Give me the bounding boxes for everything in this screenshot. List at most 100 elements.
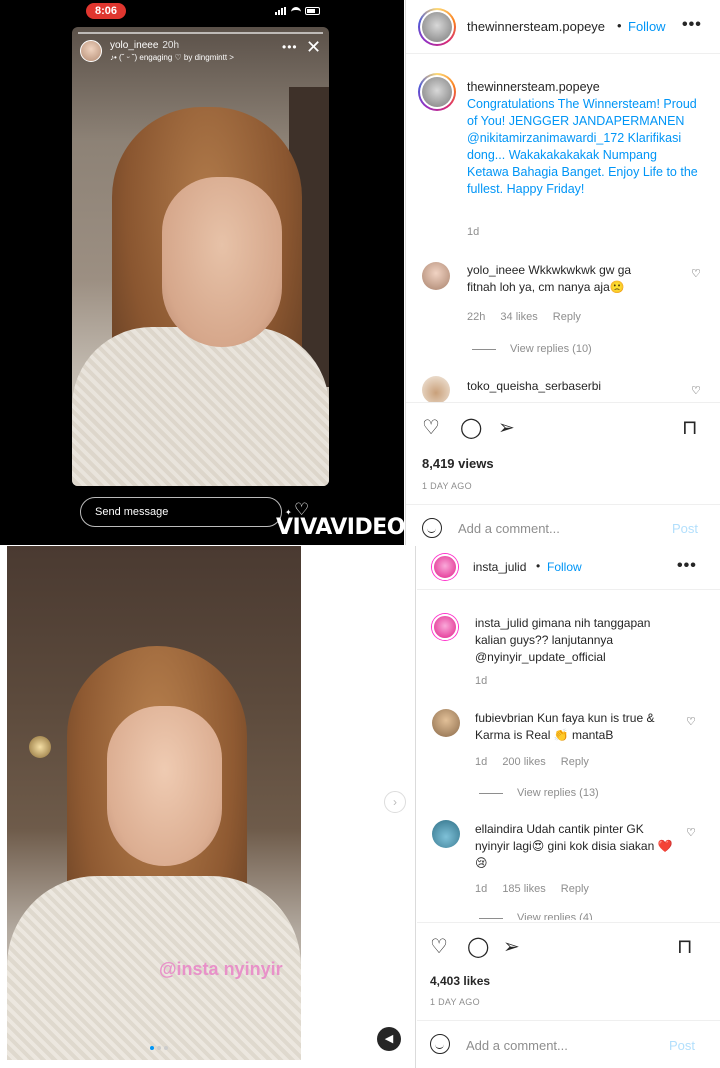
- header-username[interactable]: insta_julid: [473, 560, 526, 574]
- follow-button[interactable]: Follow: [547, 560, 582, 574]
- emoji-icon[interactable]: [422, 518, 442, 538]
- comment-meta: 1d 200 likes Reply: [475, 756, 601, 768]
- view-replies[interactable]: View replies (13): [479, 787, 599, 799]
- comment-icon[interactable]: ◯: [467, 934, 489, 959]
- comment-username[interactable]: ellaindira: [475, 822, 523, 836]
- more-options-icon[interactable]: •••: [677, 557, 697, 575]
- follow-button[interactable]: Follow: [628, 19, 666, 34]
- comment-username[interactable]: fubievbrian: [475, 711, 534, 725]
- comment-username[interactable]: toko_queisha_serbaserbi: [467, 378, 601, 395]
- comment-time: 1d: [475, 883, 488, 895]
- comment-like-icon[interactable]: ♡: [686, 715, 696, 728]
- heart-icon[interactable]: ♡: [430, 934, 448, 959]
- comment-avatar[interactable]: [422, 262, 450, 290]
- dot-separator: •: [536, 559, 541, 573]
- view-replies[interactable]: View replies (10): [472, 343, 592, 355]
- sound-icon[interactable]: ◀: [377, 1027, 401, 1051]
- add-comment-input[interactable]: Add a comment...: [466, 1038, 568, 1053]
- comment-avatar[interactable]: [432, 709, 460, 737]
- header-username[interactable]: thewinnersteam.popeye: [467, 19, 617, 34]
- post-header: insta_julid • Follow •••: [417, 546, 720, 590]
- more-options-icon[interactable]: •••: [682, 16, 702, 34]
- send-message-input[interactable]: Send message: [80, 497, 282, 527]
- comment-avatar[interactable]: [432, 820, 460, 848]
- story-time: 20h: [162, 40, 180, 51]
- comment-likes[interactable]: 34 likes: [500, 311, 537, 323]
- heart-icon[interactable]: ♡: [422, 415, 440, 440]
- close-icon[interactable]: ✕: [306, 38, 321, 56]
- post-action-bar: ♡ ◯ ➢ ⊓ 4,403 likes 1 DAY AGO: [417, 922, 720, 1018]
- add-comment-bar: Add a comment... Post: [406, 504, 720, 546]
- person-face: [162, 177, 282, 347]
- caption-username[interactable]: thewinnersteam.popeye: [467, 80, 600, 94]
- add-comment-bar: Add a comment... Post: [417, 1020, 720, 1068]
- story-viewer-top: 8:06 yolo_ineee 20h ♪• (˘ ᵕ ˘) engaging ♡…: [0, 0, 404, 545]
- comment-meta: 22h 34 likes Reply: [467, 311, 593, 323]
- header-avatar[interactable]: [432, 554, 458, 580]
- instagram-post-bottom: insta_julid • Follow ••• insta_julid gim…: [417, 546, 720, 1068]
- send-icon[interactable]: ➢: [498, 415, 515, 440]
- story-photo[interactable]: @insta nyinyir: [7, 546, 301, 1060]
- wifi-icon: [291, 7, 301, 15]
- story-music-label[interactable]: ♪• (˘ ᵕ ˘) engaging ♡ by dingmintt >: [110, 53, 234, 62]
- post-action-bar: ♡ ◯ ➢ ⊓ 8,419 views 1 DAY AGO: [406, 402, 720, 502]
- comment-reply[interactable]: Reply: [561, 883, 589, 895]
- header-avatar[interactable]: [418, 8, 456, 46]
- instagram-post-top: thewinnersteam.popeye • Follow ••• thewi…: [405, 0, 720, 545]
- caption-avatar[interactable]: [418, 73, 456, 111]
- signal-icon: [275, 7, 287, 15]
- caption-time: 1d: [467, 226, 480, 238]
- post-header: thewinnersteam.popeye • Follow •••: [406, 0, 720, 54]
- comment-icon[interactable]: ◯: [460, 415, 482, 440]
- comment-avatar[interactable]: [422, 376, 450, 404]
- vivavideo-watermark: VIVAVIDEO: [276, 515, 404, 540]
- post-date: 1 DAY AGO: [422, 481, 472, 491]
- emoji-icon[interactable]: [430, 1034, 450, 1054]
- person-robe: [72, 327, 329, 486]
- comment-body: fubievbrian Kun faya kun is true & Karma…: [475, 710, 675, 744]
- story-viewer-bottom: @insta nyinyir › ◀: [0, 546, 416, 1068]
- caption-time: 1d: [475, 675, 488, 687]
- person-face: [107, 706, 222, 866]
- battery-icon: [305, 7, 320, 15]
- bookmark-icon[interactable]: ⊓: [682, 415, 698, 440]
- post-button[interactable]: Post: [672, 521, 698, 536]
- story-username-text[interactable]: yolo_ineee: [110, 40, 158, 51]
- comment-like-icon[interactable]: ♡: [691, 267, 701, 280]
- comment-body: yolo_ineee Wkkwkwkwk gw ga fitnah loh ya…: [467, 262, 657, 296]
- comment-likes[interactable]: 200 likes: [502, 756, 545, 768]
- view-replies[interactable]: View replies (4): [479, 912, 593, 920]
- story-more-icon[interactable]: •••: [282, 40, 298, 54]
- caption-body: insta_julid gimana nih tanggapan kalian …: [475, 615, 675, 666]
- status-time: 8:06: [86, 3, 126, 19]
- story-photo[interactable]: [72, 27, 329, 486]
- views-count[interactable]: 8,419 views: [422, 456, 494, 471]
- carousel-dots: [150, 1046, 168, 1050]
- comment-time: 22h: [467, 311, 486, 323]
- comment-likes[interactable]: 185 likes: [502, 883, 545, 895]
- post-button[interactable]: Post: [669, 1038, 695, 1053]
- caption-username[interactable]: insta_julid: [475, 616, 528, 630]
- comment-body: ellaindira Udah cantik pinter GK nyinyir…: [475, 821, 675, 872]
- comment-meta: 1d 185 likes Reply: [475, 883, 601, 895]
- comment-time: 1d: [475, 756, 488, 768]
- bookmark-icon[interactable]: ⊓: [677, 934, 693, 959]
- story-username[interactable]: yolo_ineee 20h: [110, 40, 179, 51]
- likes-count[interactable]: 4,403 likes: [430, 974, 490, 988]
- comment-like-icon[interactable]: ♡: [691, 384, 701, 397]
- chevron-right-icon[interactable]: ›: [384, 791, 406, 813]
- comment-reply[interactable]: Reply: [561, 756, 589, 768]
- post-date: 1 DAY AGO: [430, 997, 480, 1007]
- caption-text: Congratulations The Winnersteam! Proud o…: [467, 97, 698, 196]
- story-avatar[interactable]: [80, 40, 102, 62]
- comment-like-icon[interactable]: ♡: [686, 826, 696, 839]
- screenshot-collage: 8:06 yolo_ineee 20h ♪• (˘ ᵕ ˘) engaging ♡…: [0, 0, 720, 1068]
- wall-lamp: [29, 736, 51, 758]
- caption-avatar[interactable]: [432, 614, 458, 640]
- send-icon[interactable]: ➢: [503, 934, 520, 959]
- comment-username[interactable]: yolo_ineee: [467, 263, 525, 277]
- dot-separator: •: [617, 18, 622, 33]
- comment-reply[interactable]: Reply: [553, 311, 581, 323]
- insta-nyinyir-watermark: @insta nyinyir: [159, 959, 283, 979]
- add-comment-input[interactable]: Add a comment...: [458, 521, 560, 536]
